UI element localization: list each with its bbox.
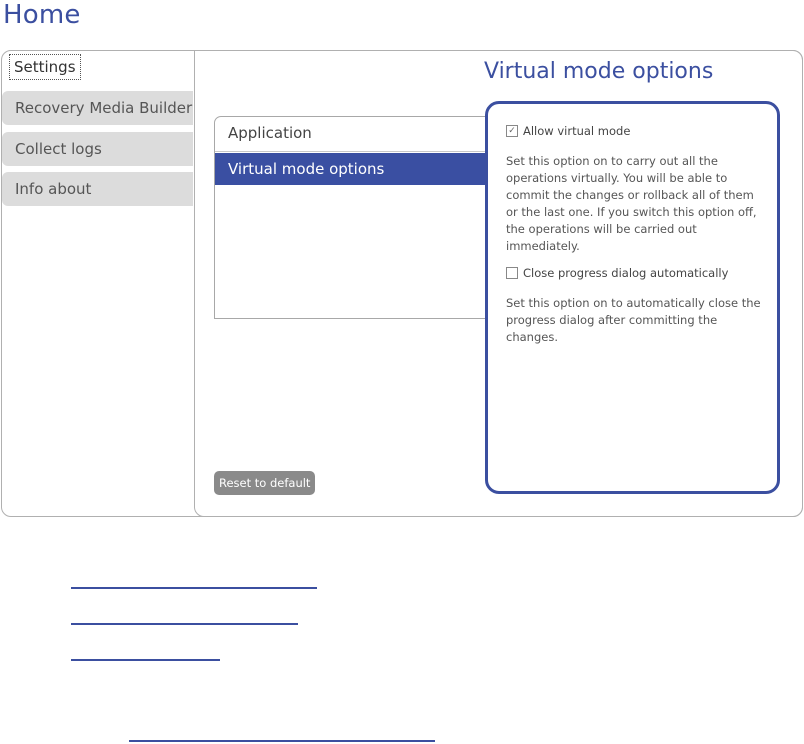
allow-virtual-mode-label: Allow virtual mode (523, 124, 631, 138)
allow-virtual-mode-checkbox[interactable]: ✓ (506, 125, 518, 137)
options-title: Virtual mode options (484, 59, 714, 84)
link-underline-3[interactable] (71, 659, 220, 661)
reset-to-default-button[interactable]: Reset to default (214, 471, 316, 495)
tree-group-application[interactable]: Application (215, 117, 487, 152)
close-progress-description: Set this option on to automatically clos… (506, 296, 761, 344)
settings-tree: Application Virtual mode options (214, 116, 488, 319)
options-box: ✓ Allow virtual mode Set this option on … (485, 101, 780, 494)
allow-virtual-mode-description: Set this option on to carry out all the … (506, 154, 757, 253)
link-underline-1[interactable] (71, 587, 317, 589)
allow-virtual-mode-option[interactable]: ✓ Allow virtual mode (506, 124, 761, 138)
tab-info-about[interactable]: Info about (2, 172, 193, 206)
tab-recovery-media-builder[interactable]: Recovery Media Builder (2, 91, 193, 125)
tab-settings[interactable]: Settings (9, 54, 81, 80)
close-progress-checkbox[interactable] (506, 267, 518, 279)
link-underline-4[interactable] (129, 740, 435, 742)
close-progress-label: Close progress dialog automatically (523, 266, 729, 280)
page-title: Home (3, 0, 81, 30)
link-underline-2[interactable] (71, 623, 298, 625)
tab-collect-logs[interactable]: Collect logs (2, 132, 193, 166)
tree-item-virtual-mode-options[interactable]: Virtual mode options (215, 153, 487, 185)
close-progress-option[interactable]: Close progress dialog automatically (506, 266, 761, 280)
